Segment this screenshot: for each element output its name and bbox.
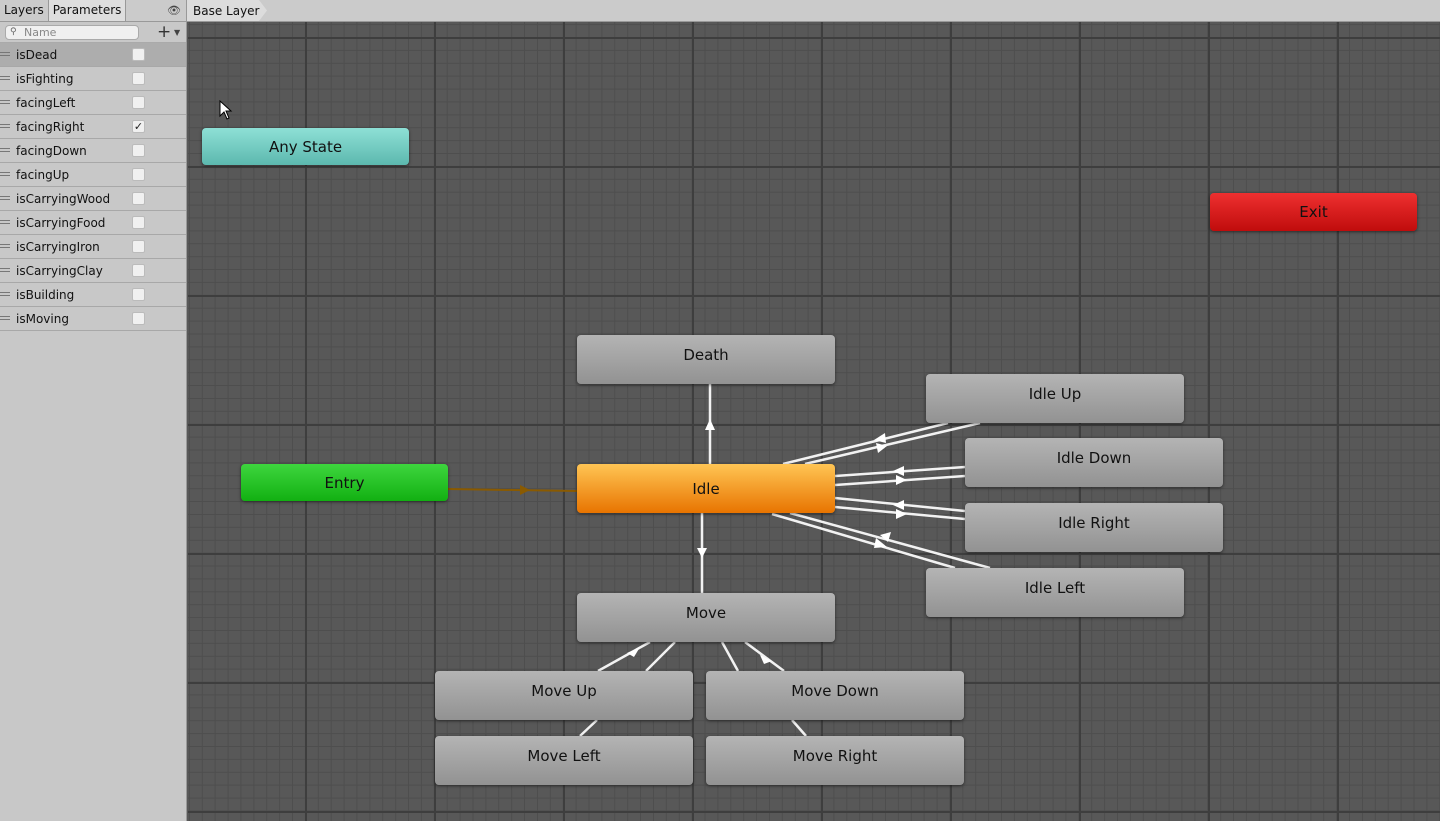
parameter-row[interactable]: isMoving [0, 307, 186, 331]
parameter-checkbox[interactable] [132, 240, 145, 253]
parameter-name[interactable]: isCarryingClay [16, 264, 103, 278]
drag-handle-icon[interactable] [0, 316, 10, 320]
state-idle-up[interactable]: Idle Up [926, 374, 1184, 423]
parameter-checkbox[interactable]: ✓ [132, 120, 145, 133]
parameter-name[interactable]: isFighting [16, 72, 73, 86]
drag-handle-icon[interactable] [0, 124, 10, 128]
parameter-row[interactable]: facingDown [0, 139, 186, 163]
state-idle-right[interactable]: Idle Right [965, 503, 1223, 552]
search-placeholder: Name [24, 26, 57, 39]
parameter-checkbox[interactable] [132, 216, 145, 229]
parameter-name[interactable]: facingDown [16, 144, 87, 158]
state-move-down[interactable]: Move Down [706, 671, 964, 720]
parameter-row[interactable]: isFighting [0, 67, 186, 91]
drag-handle-icon[interactable] [0, 220, 10, 224]
drag-handle-icon[interactable] [0, 76, 10, 80]
parameter-name[interactable]: facingRight [16, 120, 84, 134]
state-death[interactable]: Death [577, 335, 835, 384]
eye-icon[interactable]: 👁 [167, 4, 181, 17]
state-entry[interactable]: Entry [241, 464, 448, 501]
plus-icon[interactable]: + [157, 22, 171, 42]
tab-layers[interactable]: Layers [0, 0, 49, 21]
parameter-name[interactable]: isDead [16, 48, 57, 62]
parameter-name[interactable]: isMoving [16, 312, 69, 326]
state-idle[interactable]: Idle [577, 464, 835, 513]
state-move[interactable]: Move [577, 593, 835, 642]
parameter-checkbox[interactable] [132, 168, 145, 181]
parameter-name[interactable]: isCarryingWood [16, 192, 110, 206]
parameter-row[interactable]: isCarryingClay [0, 259, 186, 283]
drag-handle-icon[interactable] [0, 292, 10, 296]
parameter-checkbox[interactable] [132, 144, 145, 157]
parameter-row[interactable]: facingRight ✓ [0, 115, 186, 139]
parameter-checkbox[interactable] [132, 96, 145, 109]
search-icon: ⚲ [10, 27, 17, 37]
parameter-row[interactable]: isCarryingFood [0, 211, 186, 235]
drag-handle-icon[interactable] [0, 196, 10, 200]
parameter-checkbox[interactable] [132, 48, 145, 61]
parameter-checkbox[interactable] [132, 264, 145, 277]
parameter-checkbox[interactable] [132, 192, 145, 205]
drag-handle-icon[interactable] [0, 100, 10, 104]
mouse-cursor-icon [219, 100, 233, 120]
parameter-name[interactable]: facingLeft [16, 96, 75, 110]
drag-handle-icon[interactable] [0, 52, 10, 56]
state-idle-left[interactable]: Idle Left [926, 568, 1184, 617]
search-input[interactable]: ⚲ Name [5, 25, 139, 40]
tab-parameters[interactable]: Parameters [48, 0, 127, 21]
parameter-name[interactable]: facingUp [16, 168, 69, 182]
search-row: ⚲ Name + ▼ [0, 22, 186, 43]
breadcrumb-bar: Base Layer [187, 0, 1440, 22]
parameter-name[interactable]: isBuilding [16, 288, 74, 302]
parameter-checkbox[interactable] [132, 288, 145, 301]
state-exit[interactable]: Exit [1210, 193, 1417, 231]
state-move-up[interactable]: Move Up [435, 671, 693, 720]
parameter-row[interactable]: isCarryingIron [0, 235, 186, 259]
parameter-list: isDead isFighting facingLeft facingRight… [0, 43, 186, 331]
drag-handle-icon[interactable] [0, 268, 10, 272]
panel-tabs: Layers Parameters 👁 [0, 0, 186, 22]
parameter-row[interactable]: isBuilding [0, 283, 186, 307]
parameter-row[interactable]: facingLeft [0, 91, 186, 115]
drag-handle-icon[interactable] [0, 172, 10, 176]
parameter-row[interactable]: isDead [0, 43, 186, 67]
drag-handle-icon[interactable] [0, 244, 10, 248]
state-any-state[interactable]: Any State [202, 128, 409, 165]
chevron-down-icon[interactable]: ▼ [174, 28, 180, 37]
breadcrumb-base-layer[interactable]: Base Layer [187, 0, 267, 21]
parameter-checkbox[interactable] [132, 312, 145, 325]
state-idle-down[interactable]: Idle Down [965, 438, 1223, 487]
state-move-left[interactable]: Move Left [435, 736, 693, 785]
parameters-panel: Layers Parameters 👁 ⚲ Name + ▼ isDead isF… [0, 0, 187, 821]
parameter-checkbox[interactable] [132, 72, 145, 85]
parameter-row[interactable]: facingUp [0, 163, 186, 187]
parameter-name[interactable]: isCarryingFood [16, 216, 105, 230]
parameter-row[interactable]: isCarryingWood [0, 187, 186, 211]
drag-handle-icon[interactable] [0, 148, 10, 152]
parameter-name[interactable]: isCarryingIron [16, 240, 100, 254]
state-move-right[interactable]: Move Right [706, 736, 964, 785]
